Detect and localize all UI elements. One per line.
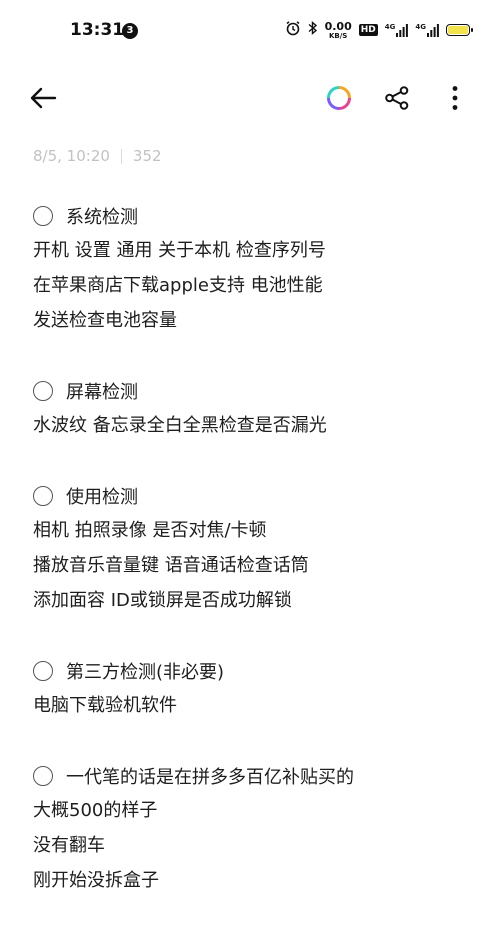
note-toolbar [0,75,500,121]
arrow-left-icon [30,87,57,109]
hd-voice-icon: HD [358,24,378,36]
checklist-section: 系统检测开机 设置 通用 关于本机 检查序列号 在苹果商店下载apple支持 电池… [33,198,473,338]
sim2-network-label: 4G [415,23,426,31]
theme-button[interactable] [324,83,354,113]
checklist-item: 第三方检测(非必要) [33,653,473,688]
network-speed-value: 0.00 [324,19,352,33]
checklist-heading[interactable]: 使用检测 [66,483,138,509]
note-text-line[interactable]: 发送检查电池容量 [33,303,473,338]
note-datetime: 8/5, 10:20 [33,147,110,165]
status-bar: 13:31 3 0.00 KB/S HD 4G 4G [0,0,500,62]
checklist-section: 第三方检测(非必要) 电脑下载验机软件 [33,653,473,723]
checkbox-circle-icon[interactable] [33,380,53,401]
checklist-section: 一代笔的话是在拼多多百亿补贴买的大概500的样子 没有翻车 刚开始没拆盒子 [33,758,473,898]
battery-icon [446,24,473,36]
color-ring-icon [327,86,351,110]
status-time: 13:31 [70,20,125,40]
note-text-line[interactable]: 大概500的样子 [33,793,473,828]
note-text-line[interactable]: 播放音乐音量键 语音通话检查话筒 [33,548,473,583]
bluetooth-icon [308,20,318,40]
alarm-icon [285,20,301,40]
note-text-line[interactable]: 添加面容 ID或锁屏是否成功解锁 [33,583,473,618]
more-vertical-icon [452,86,458,110]
more-options-button[interactable] [440,83,470,113]
signal-sim2-icon: 4G [415,23,439,37]
checklist-item: 系统检测 [33,198,473,233]
note-body[interactable]: 系统检测开机 设置 通用 关于本机 检查序列号 在苹果商店下载apple支持 电池… [33,198,473,933]
note-text-line[interactable]: 相机 拍照录像 是否对焦/卡顿 [33,513,473,548]
network-speed-unit: KB/S [328,31,348,40]
checkbox-circle-icon[interactable] [33,205,53,226]
checkbox-circle-icon[interactable] [33,765,53,786]
checklist-heading[interactable]: 一代笔的话是在拼多多百亿补贴买的 [66,763,354,789]
signal-sim1-icon: 4G [385,23,409,37]
checkbox-circle-icon[interactable] [33,660,53,681]
meta-divider [120,148,122,164]
back-button[interactable] [28,83,58,113]
note-meta: 8/5, 10:20 352 [33,147,162,165]
sim1-network-label: 4G [384,23,396,31]
checklist-heading[interactable]: 屏幕检测 [66,378,138,404]
checklist-heading[interactable]: 第三方检测(非必要) [66,658,224,684]
note-text-line[interactable]: 开机 设置 通用 关于本机 检查序列号 [33,233,473,268]
checklist-item: 一代笔的话是在拼多多百亿补贴买的 [33,758,473,793]
note-text-line[interactable]: 没有翻车 [33,828,473,863]
network-speed: 0.00 KB/S [325,21,352,40]
share-icon [385,86,409,110]
notification-count-badge: 3 [122,23,138,39]
checklist-section: 使用检测相机 拍照录像 是否对焦/卡顿 播放音乐音量键 语音通话检查话筒 添加面容 … [33,478,473,618]
checklist-item: 使用检测 [33,478,473,513]
checkbox-circle-icon[interactable] [33,485,53,506]
checklist-item: 屏幕检测 [33,373,473,408]
note-text-line[interactable]: 电脑下载验机软件 [33,688,473,723]
checklist-section: 屏幕检测水波纹 备忘录全白全黑检查是否漏光 [33,373,473,443]
note-char-count: 352 [132,147,162,165]
share-button[interactable] [382,83,412,113]
checklist-heading[interactable]: 系统检测 [66,203,138,229]
battery-level [448,26,468,34]
status-icons: 0.00 KB/S HD 4G 4G [285,20,473,40]
note-text-line[interactable]: 在苹果商店下载apple支持 电池性能 [33,268,473,303]
note-text-line[interactable]: 水波纹 备忘录全白全黑检查是否漏光 [33,408,473,443]
note-text-line[interactable]: 刚开始没拆盒子 [33,863,473,898]
